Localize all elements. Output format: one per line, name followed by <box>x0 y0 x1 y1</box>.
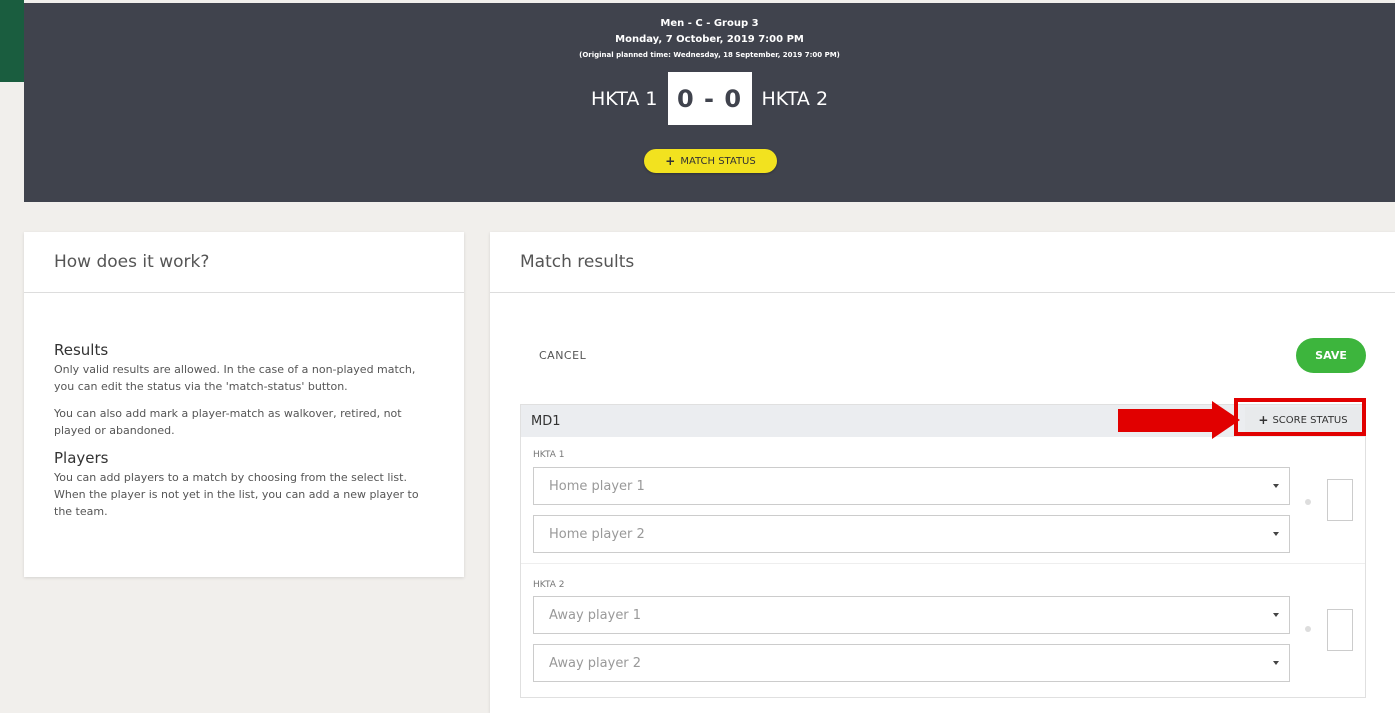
away-player-1-placeholder: Away player 1 <box>549 607 642 623</box>
how-it-works-title: How does it work? <box>24 232 464 293</box>
match-results-card: Match results CANCEL SAVE MD1 + SCORE ST… <box>490 232 1395 713</box>
home-player-1-select[interactable]: Home player 1 <box>533 467 1290 505</box>
plus-icon: + <box>665 154 676 168</box>
home-score-input[interactable] <box>1327 479 1353 521</box>
home-team-name: HKTA 1 <box>590 87 658 110</box>
chevron-down-icon <box>1273 613 1279 617</box>
away-score-input[interactable] <box>1327 609 1353 651</box>
home-player-1-placeholder: Home player 1 <box>549 478 645 494</box>
home-team-label: HKTA 1 <box>533 450 565 460</box>
plus-icon: + <box>1258 413 1269 427</box>
separator-dot <box>1305 499 1311 505</box>
chevron-down-icon <box>1273 532 1279 536</box>
match-name: MD1 <box>531 413 561 429</box>
match-status-button[interactable]: + MATCH STATUS <box>644 149 777 173</box>
away-player-2-select[interactable]: Away player 2 <box>533 644 1290 682</box>
chevron-down-icon <box>1273 484 1279 488</box>
score-status-button[interactable]: + SCORE STATUS <box>1245 407 1361 433</box>
match-results-title: Match results <box>490 232 1395 293</box>
score-box: 0 - 0 <box>667 72 752 125</box>
results-text-1: Only valid results are allowed. In the c… <box>54 363 416 393</box>
chevron-down-icon <box>1273 661 1279 665</box>
score-row: HKTA 1 0 - 0 HKTA 2 <box>24 72 1395 125</box>
annotation-arrow-shaft <box>1118 409 1214 432</box>
how-it-works-card: How does it work? Results Only valid res… <box>24 232 464 577</box>
players-heading: Players <box>54 449 109 467</box>
away-player-1-select[interactable]: Away player 1 <box>533 596 1290 634</box>
match-md1-box: MD1 + SCORE STATUS HKTA 1 Home player 1 … <box>520 404 1366 698</box>
home-player-2-placeholder: Home player 2 <box>549 526 645 542</box>
original-time: (Original planned time: Wednesday, 18 Se… <box>579 51 840 59</box>
away-player-2-placeholder: Away player 2 <box>549 655 642 671</box>
match-status-label: MATCH STATUS <box>680 155 756 167</box>
away-team-label: HKTA 2 <box>533 580 565 590</box>
separator-dot <box>1305 626 1311 632</box>
results-text-2: You can also add mark a player-match as … <box>54 407 402 437</box>
away-team-name: HKTA 2 <box>761 87 829 110</box>
team-divider <box>521 563 1365 564</box>
annotation-arrow-icon <box>1212 401 1240 439</box>
group-title: Men - C - Group 3 <box>660 18 759 29</box>
results-heading: Results <box>54 341 109 359</box>
players-text: You can add players to a match by choosi… <box>54 471 419 518</box>
cancel-button[interactable]: CANCEL <box>539 349 586 362</box>
home-player-2-select[interactable]: Home player 2 <box>533 515 1290 553</box>
match-header: Men - C - Group 3 Monday, 7 October, 201… <box>24 3 1395 202</box>
match-datetime: Monday, 7 October, 2019 7:00 PM <box>615 34 804 45</box>
accent-bar <box>0 0 24 82</box>
save-button[interactable]: SAVE <box>1296 338 1366 373</box>
score-status-label: SCORE STATUS <box>1272 414 1348 426</box>
